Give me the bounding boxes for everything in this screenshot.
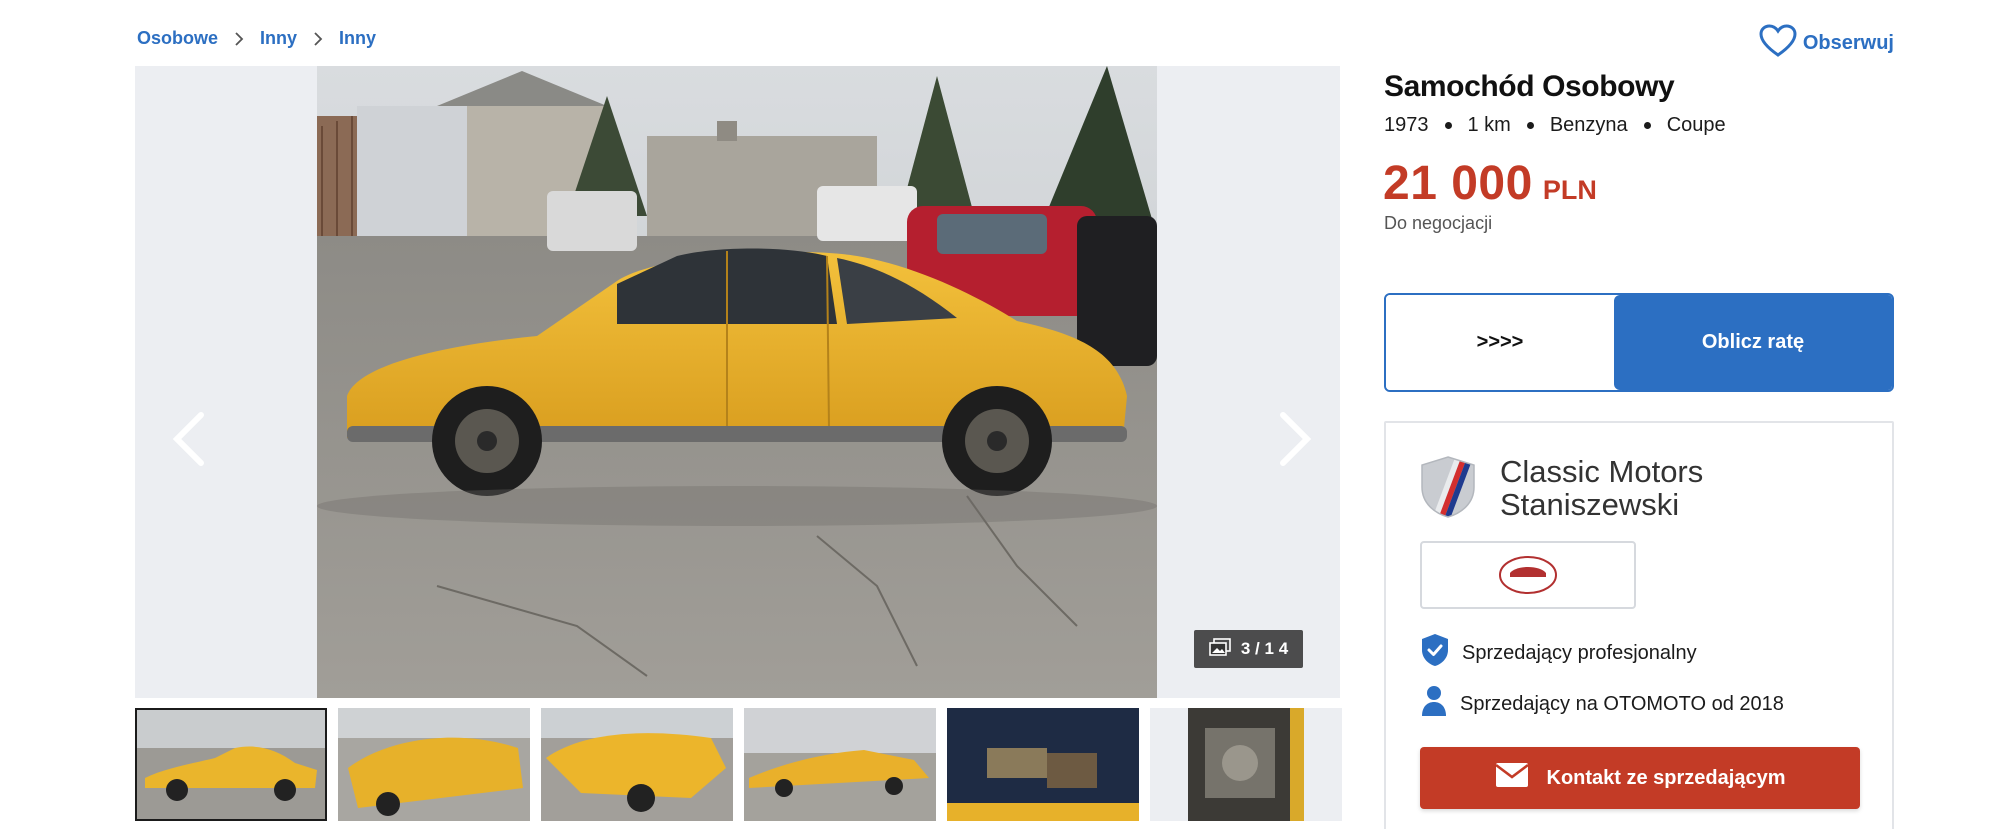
counter-current: 3 — [1240, 639, 1251, 658]
person-icon — [1420, 685, 1448, 723]
follow-label: Obserwuj — [1802, 32, 1894, 54]
contact-seller-label: Kontakt ze sprzedającym — [1546, 766, 1786, 789]
seller-logo[interactable] — [1420, 541, 1636, 609]
seller-card: Classic Motors Staniszewski Sprzedający … — [1384, 421, 1894, 829]
thumbnail[interactable] — [135, 708, 327, 821]
seller-since-badge: Sprzedający na OTOMOTO od 2018 — [1420, 685, 1784, 723]
spec-fuel: Benzyna — [1549, 114, 1628, 136]
thumbnail[interactable] — [541, 708, 733, 821]
breadcrumb-osobowe[interactable]: Osobowe — [137, 28, 218, 49]
negotiation-label: Do negocjacji — [1384, 213, 1493, 233]
listing-title: Samochód Osobowy — [1384, 70, 1675, 103]
envelope-icon — [1494, 762, 1529, 794]
spec-body: Coupe — [1666, 114, 1726, 136]
chevron-right-icon — [232, 31, 246, 46]
gallery-prev-button[interactable] — [159, 406, 219, 476]
shield-icon — [1418, 455, 1478, 524]
photo-gallery[interactable]: 3 / 1 4 — [135, 66, 1340, 698]
gallery-next-button[interactable] — [1265, 406, 1325, 476]
price: 21 000 PLN — [1383, 156, 1597, 211]
contact-seller-button[interactable]: Kontakt ze sprzedającym — [1420, 747, 1860, 809]
heart-icon — [1759, 24, 1797, 63]
thumbnail-strip — [135, 708, 1342, 821]
price-currency: PLN — [1542, 175, 1597, 205]
chevron-right-icon — [311, 31, 325, 46]
thumbnail[interactable] — [744, 708, 936, 821]
bullet-icon — [1643, 122, 1651, 129]
follow-button[interactable]: Obserwuj — [1759, 24, 1894, 63]
thumbnail[interactable] — [338, 708, 530, 821]
pro-seller-badge: Sprzedający profesjonalny — [1420, 633, 1697, 673]
calculate-installment-button[interactable]: Oblicz ratę — [1614, 295, 1892, 390]
verified-shield-icon — [1420, 633, 1450, 673]
counter-total: 1 4 — [1264, 639, 1289, 658]
breadcrumb-inny-2[interactable]: Inny — [339, 28, 376, 49]
gallery-icon — [1209, 637, 1231, 661]
bullet-icon — [1444, 122, 1452, 129]
thumbnail[interactable] — [947, 708, 1139, 821]
pro-seller-label: Sprzedający profesjonalny — [1462, 641, 1697, 664]
breadcrumb: Osobowe Inny Inny — [137, 28, 376, 49]
counter-separator: / — [1255, 639, 1260, 658]
bullet-icon — [1526, 122, 1534, 129]
spec-mileage: 1 km — [1467, 114, 1511, 136]
main-photo — [317, 66, 1157, 698]
thumbnail[interactable] — [1150, 708, 1342, 821]
price-amount: 21 000 — [1383, 157, 1533, 210]
listing-specs: 1973 1 km Benzyna Coupe — [1384, 114, 1726, 137]
seller-since-label: Sprzedający na OTOMOTO od 2018 — [1460, 692, 1784, 715]
spec-year: 1973 — [1384, 114, 1429, 136]
chevron-right-icon — [1275, 411, 1315, 472]
photo-counter: 3 / 1 4 — [1194, 630, 1303, 668]
arrows-button[interactable]: >>>> — [1386, 295, 1614, 390]
chevron-left-icon — [169, 411, 209, 472]
seller-name[interactable]: Classic Motors Staniszewski — [1500, 455, 1860, 521]
breadcrumb-inny-1[interactable]: Inny — [260, 28, 297, 49]
cta-row: >>>> Oblicz ratę — [1384, 293, 1894, 392]
